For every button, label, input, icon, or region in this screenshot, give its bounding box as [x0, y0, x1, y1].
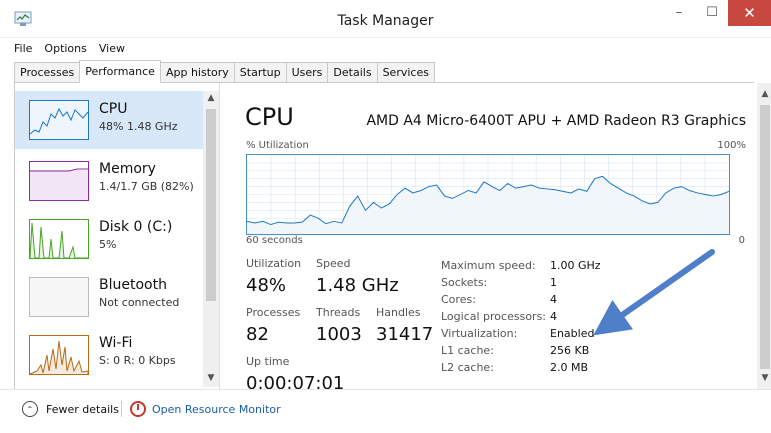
sidebar-item-memory-name: Memory: [99, 161, 156, 177]
sidebar-item-disk-name: Disk 0 (C:): [99, 219, 173, 235]
resource-monitor-icon: [130, 401, 146, 417]
utilization-axis-label: % Utilization: [246, 140, 309, 151]
tab-processes[interactable]: Processes: [14, 62, 81, 82]
sidebar-item-wifi-detail: S: 0 R: 0 Kbps: [99, 354, 176, 367]
sidebar-item-wifi-name: Wi-Fi: [99, 335, 133, 351]
sidebar-item-disk[interactable]: Disk 0 (C:) 5%: [15, 209, 203, 267]
sidebar-item-cpu-name: CPU: [99, 101, 128, 117]
tab-bar: Processes Performance App history Startu…: [14, 60, 754, 83]
maximize-button[interactable]: ☐: [698, 0, 726, 24]
handles-label: Handles: [376, 306, 421, 319]
wifi-thumbnail-graph: [29, 335, 89, 375]
threads-value: 1003: [316, 324, 362, 345]
tab-users[interactable]: Users: [285, 62, 329, 82]
utilization-value: 48%: [246, 275, 287, 296]
sidebar-scrollbar[interactable]: ▲ ▼: [203, 91, 219, 387]
cores-value: 4: [550, 293, 557, 306]
sockets-value: 1: [550, 276, 557, 289]
cpu-thumbnail-graph: [29, 100, 89, 140]
processes-label: Processes: [246, 306, 301, 319]
close-button[interactable]: ✕: [728, 0, 771, 26]
sidebar-item-cpu-detail: 48% 1.48 GHz: [99, 120, 178, 133]
cpu-detail-panel: CPU AMD A4 Micro-6400T APU + AMD Radeon …: [219, 83, 771, 389]
max-speed-value: 1.00 GHz: [550, 259, 601, 272]
logical-processors-value: 4: [550, 310, 557, 323]
sidebar-scroll-up-icon[interactable]: ▲: [203, 91, 219, 105]
fewer-details-label: Fewer details: [46, 402, 119, 416]
sidebar-item-bluetooth[interactable]: Bluetooth Not connected: [15, 267, 203, 325]
virtualization-label: Virtualization:: [441, 327, 518, 340]
footer: ⌃ Fewer details Open Resource Monitor: [0, 389, 771, 433]
sidebar-item-wifi[interactable]: Wi-Fi S: 0 R: 0 Kbps: [15, 325, 203, 383]
l2-cache-label: L2 cache:: [441, 361, 494, 374]
cpu-model-name: AMD A4 Micro-6400T APU + AMD Radeon R3 G…: [366, 113, 746, 129]
cores-label: Cores:: [441, 293, 476, 306]
sidebar-item-disk-detail: 5%: [99, 238, 117, 251]
performance-content: CPU 48% 1.48 GHz Memory 1.4/1.7 GB (82%)…: [14, 83, 771, 389]
window-title: Task Manager: [337, 13, 434, 29]
utilization-axis-max: 100%: [717, 140, 746, 151]
main-scroll-up-icon[interactable]: ▲: [757, 87, 771, 101]
l1-cache-label: L1 cache:: [441, 344, 494, 357]
footer-divider: [121, 401, 122, 417]
tab-startup[interactable]: Startup: [233, 62, 287, 82]
tab-app-history[interactable]: App history: [159, 62, 235, 82]
sidebar-item-memory[interactable]: Memory 1.4/1.7 GB (82%): [15, 151, 203, 209]
sidebar-item-bluetooth-detail: Not connected: [99, 296, 180, 309]
graph-time-span: 60 seconds: [246, 235, 303, 246]
minimize-button[interactable]: –: [665, 0, 693, 24]
uptime-value: 0:00:07:01: [246, 373, 345, 389]
sockets-label: Sockets:: [441, 276, 488, 289]
title-bar: Task Manager – ☐ ✕: [0, 0, 771, 38]
sidebar-scroll-thumb[interactable]: [206, 109, 216, 301]
open-resource-monitor-label: Open Resource Monitor: [152, 402, 281, 416]
disk-thumbnail-graph: [29, 219, 89, 259]
resource-sidebar: CPU 48% 1.48 GHz Memory 1.4/1.7 GB (82%)…: [15, 83, 219, 389]
chevron-up-icon: ⌃: [22, 401, 38, 417]
logical-processors-label: Logical processors:: [441, 310, 547, 323]
main-scrollbar[interactable]: ▲ ▼: [757, 83, 771, 389]
max-speed-label: Maximum speed:: [441, 259, 536, 272]
main-scroll-down-icon[interactable]: ▼: [757, 371, 771, 385]
cpu-utilization-graph: [246, 154, 730, 235]
tab-details[interactable]: Details: [327, 62, 378, 82]
speed-label: Speed: [316, 257, 351, 270]
threads-label: Threads: [316, 306, 361, 319]
fewer-details-button[interactable]: ⌃ Fewer details: [22, 401, 119, 417]
virtualization-value: Enabled: [550, 327, 595, 340]
sidebar-item-bluetooth-name: Bluetooth: [99, 277, 167, 293]
main-scroll-thumb[interactable]: [760, 105, 770, 369]
tab-performance[interactable]: Performance: [79, 60, 161, 83]
processes-value: 82: [246, 324, 269, 345]
sidebar-item-cpu[interactable]: CPU 48% 1.48 GHz: [15, 91, 203, 149]
l1-cache-value: 256 KB: [550, 344, 590, 357]
uptime-label: Up time: [246, 355, 290, 368]
bluetooth-thumbnail-graph: [29, 277, 89, 317]
graph-time-zero: 0: [738, 235, 745, 246]
menu-view[interactable]: View: [99, 42, 125, 55]
open-resource-monitor-link[interactable]: Open Resource Monitor: [130, 401, 281, 417]
page-title: CPU: [245, 103, 294, 131]
menu-file[interactable]: File: [14, 42, 32, 55]
memory-thumbnail-graph: [29, 161, 89, 201]
sidebar-scroll-down-icon[interactable]: ▼: [203, 371, 219, 385]
utilization-label: Utilization: [246, 257, 302, 270]
menu-options[interactable]: Options: [44, 42, 86, 55]
sidebar-item-memory-detail: 1.4/1.7 GB (82%): [99, 180, 194, 193]
handles-value: 31417: [376, 324, 434, 345]
l2-cache-value: 2.0 MB: [550, 361, 589, 374]
speed-value: 1.48 GHz: [316, 275, 399, 296]
menu-bar: File Options View: [0, 38, 771, 58]
tab-services[interactable]: Services: [376, 62, 435, 82]
